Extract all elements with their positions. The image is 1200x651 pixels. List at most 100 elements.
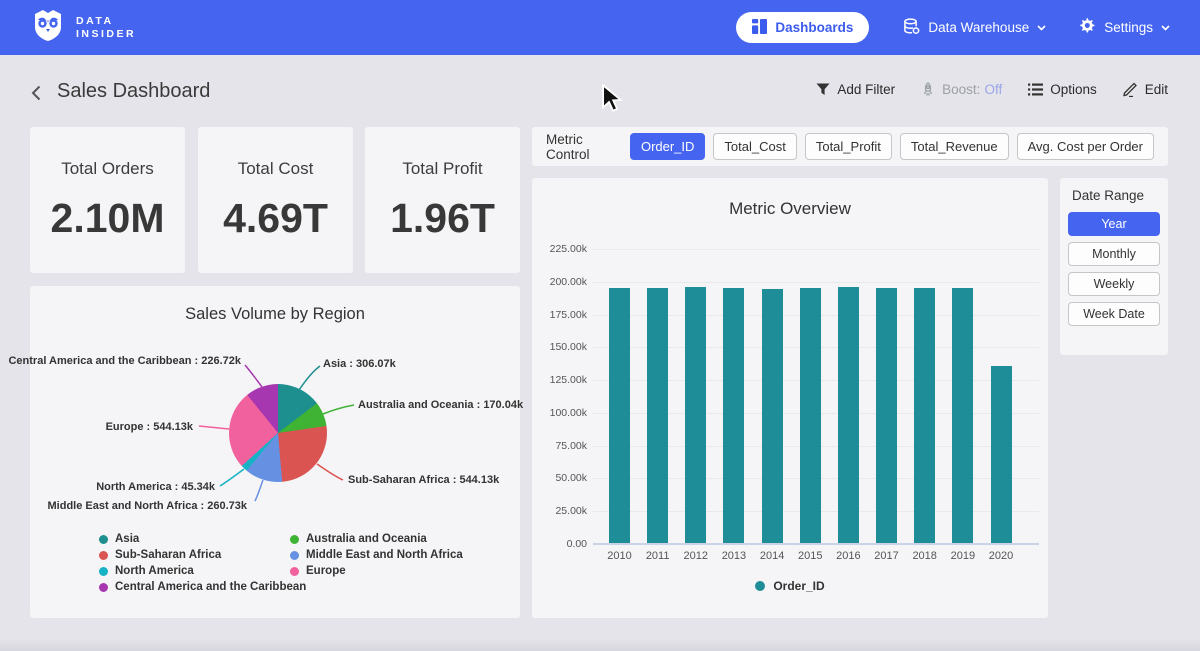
pie-chart-title: Sales Volume by Region [30, 305, 520, 324]
pie-label-asia: Asia : 306.07k [323, 358, 396, 370]
boost-toggle[interactable]: Boost:Off [921, 82, 1002, 97]
y-axis-tick: 225.00k [532, 243, 587, 255]
bar-2017[interactable] [876, 288, 897, 544]
y-axis-tick: 75.00k [532, 440, 587, 452]
bar-2012[interactable] [685, 287, 706, 544]
bar-2016[interactable] [838, 287, 859, 544]
brand-logo[interactable]: DATA INSIDER [30, 7, 136, 48]
x-axis-tick: 2015 [790, 550, 830, 562]
nav-settings-label: Settings [1104, 20, 1153, 35]
back-button[interactable] [27, 83, 47, 103]
nav-data-warehouse[interactable]: Data Warehouse [903, 18, 1046, 38]
rocket-icon [921, 82, 935, 97]
pie-legend-asia[interactable]: Asia [99, 533, 139, 545]
y-axis-tick: 100.00k [532, 407, 587, 419]
y-axis-tick: 50.00k [532, 472, 587, 484]
metric-control-label: Metric Control [546, 132, 610, 162]
x-axis-line [593, 543, 1039, 545]
edit-button[interactable]: Edit [1123, 82, 1168, 97]
date-range-panel: Date Range Year Monthly Weekly Week Date [1060, 178, 1168, 355]
nav-data-warehouse-label: Data Warehouse [928, 20, 1029, 35]
metric-chip-order-id[interactable]: Order_ID [630, 133, 705, 160]
owl-logo-icon [30, 7, 66, 48]
pie-label-europe: Europe : 544.13k [106, 421, 193, 433]
page-title: Sales Dashboard [57, 80, 210, 103]
bar-chart-legend[interactable]: Order_ID [532, 579, 1048, 593]
nav-settings[interactable]: Settings [1080, 18, 1170, 37]
gear-icon [1080, 18, 1096, 37]
x-axis-tick: 2020 [981, 550, 1021, 562]
x-axis-tick: 2016 [828, 550, 868, 562]
gridline [593, 249, 1039, 250]
kpi-card-total-orders: Total Orders 2.10M [30, 127, 185, 273]
database-icon [903, 18, 920, 38]
pie-legend-australia-oceania[interactable]: Australia and Oceania [290, 533, 427, 545]
kpi-value: 2.10M [51, 195, 165, 242]
bar-2013[interactable] [723, 288, 744, 544]
bar-2018[interactable] [914, 288, 935, 544]
date-range-label: Date Range [1072, 188, 1160, 203]
metric-overview-chart: Metric Overview 0.0025.00k50.00k75.00k10… [532, 178, 1048, 618]
x-axis-tick: 2013 [714, 550, 754, 562]
x-axis-tick: 2018 [905, 550, 945, 562]
pie-chart[interactable] [229, 384, 327, 482]
bar-2010[interactable] [609, 288, 630, 544]
kpi-value: 4.69T [223, 195, 328, 242]
metric-chip-avg-cost-per-order[interactable]: Avg. Cost per Order [1017, 133, 1154, 160]
metric-chip-total-profit[interactable]: Total_Profit [805, 133, 892, 160]
add-filter-button[interactable]: Add Filter [816, 82, 895, 97]
kpi-value: 1.96T [390, 195, 495, 242]
date-range-week-date-button[interactable]: Week Date [1068, 302, 1160, 326]
filter-icon [816, 83, 830, 96]
y-axis-tick: 25.00k [532, 505, 587, 517]
pie-label-central-america: Central America and the Caribbean : 226.… [8, 355, 241, 367]
y-axis-tick: 0.00 [532, 538, 587, 550]
kpi-label: Total Cost [238, 159, 314, 179]
pencil-icon [1123, 82, 1138, 97]
brand-text: DATA INSIDER [76, 15, 136, 41]
pie-label-sub-saharan-africa: Sub-Saharan Africa : 544.13k [348, 474, 499, 486]
x-axis-tick: 2011 [638, 550, 678, 562]
pie-legend-middle-east-north-africa[interactable]: Middle East and North Africa [290, 549, 463, 561]
metric-chip-total-revenue[interactable]: Total_Revenue [900, 133, 1009, 160]
kpi-card-total-cost: Total Cost 4.69T [198, 127, 353, 273]
bar-2011[interactable] [647, 288, 668, 544]
bar-2014[interactable] [762, 289, 783, 544]
bottom-edge [0, 639, 1200, 651]
date-range-year-button[interactable]: Year [1068, 212, 1160, 236]
pie-label-north-america: North America : 45.34k [96, 481, 215, 493]
dashboard-grid-icon [752, 19, 767, 37]
bar-2020[interactable] [991, 366, 1012, 544]
gridline [593, 282, 1039, 283]
pie-label-middle-east-north-africa: Middle East and North Africa : 260.73k [48, 500, 247, 512]
chevron-down-icon [1037, 25, 1046, 31]
x-axis-tick: 2010 [600, 550, 640, 562]
x-axis-tick: 2012 [676, 550, 716, 562]
date-range-monthly-button[interactable]: Monthly [1068, 242, 1160, 266]
y-axis-tick: 175.00k [532, 309, 587, 321]
y-axis-tick: 200.00k [532, 276, 587, 288]
kpi-label: Total Profit [402, 159, 482, 179]
nav-dashboards-button[interactable]: Dashboards [736, 12, 869, 43]
legend-dot [755, 581, 765, 591]
pie-label-australia-oceania: Australia and Oceania : 170.04k [358, 399, 523, 411]
date-range-weekly-button[interactable]: Weekly [1068, 272, 1160, 296]
metric-control-bar: Metric Control Order_ID Total_Cost Total… [532, 127, 1168, 166]
x-axis-tick: 2019 [943, 550, 983, 562]
nav-dashboards-label: Dashboards [775, 20, 853, 35]
chevron-down-icon [1161, 25, 1170, 31]
x-axis-tick: 2014 [752, 550, 792, 562]
pie-legend-europe[interactable]: Europe [290, 565, 346, 577]
x-axis-tick: 2017 [867, 550, 907, 562]
list-icon [1028, 83, 1043, 96]
pie-legend-central-america[interactable]: Central America and the Caribbean [99, 581, 306, 593]
pie-legend-north-america[interactable]: North America [99, 565, 194, 577]
bar-2015[interactable] [800, 288, 821, 544]
options-button[interactable]: Options [1028, 82, 1097, 97]
pie-legend-sub-saharan-africa[interactable]: Sub-Saharan Africa [99, 549, 221, 561]
top-navbar: DATA INSIDER Dashboards [0, 0, 1200, 55]
sales-volume-by-region-chart: Sales Volume by Region Central America a… [30, 286, 520, 618]
metric-chip-total-cost[interactable]: Total_Cost [713, 133, 796, 160]
legend-label: Order_ID [773, 579, 824, 593]
bar-2019[interactable] [952, 288, 973, 544]
